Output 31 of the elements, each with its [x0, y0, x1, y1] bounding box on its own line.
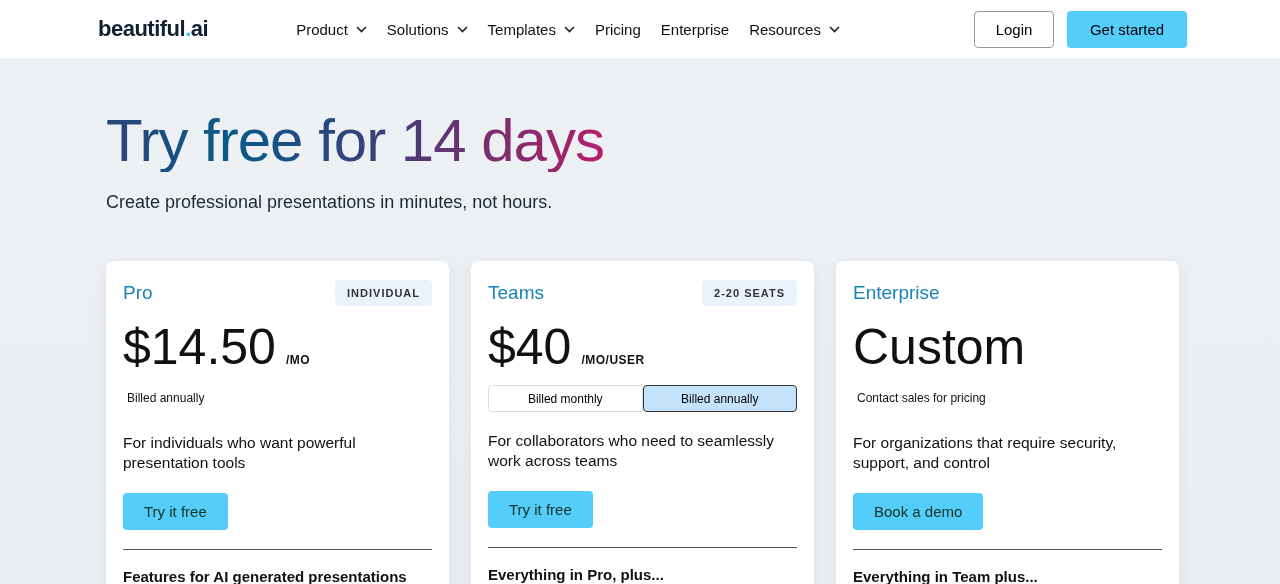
nav-link[interactable]: Pricing	[594, 20, 641, 38]
hero-subtitle: Create professional presentations in minutes, not hours.	[106, 192, 554, 213]
plan-button[interactable]: Try it free	[123, 493, 228, 530]
logo[interactable]: beautiful.ai	[98, 16, 209, 42]
billing-option[interactable]: Billed annually	[642, 385, 797, 412]
plan-tag: INDIVIDUAL	[335, 280, 432, 306]
price: Custom	[853, 319, 1026, 375]
plan-name: Pro	[123, 282, 153, 304]
price: $14.50	[123, 319, 276, 375]
billing-note: Contact sales for pricing	[857, 391, 987, 405]
plan-button[interactable]: Book a demo	[853, 493, 984, 530]
price: $40	[488, 319, 572, 375]
features-heading: Everything in Pro, plus...	[488, 566, 665, 583]
plan-tag: 2-20 SEATS	[702, 280, 797, 306]
plan-description: For collaborators who need to seamlessly work across teams	[488, 431, 776, 471]
billing-option[interactable]: Billed monthly	[488, 385, 643, 412]
plan-name: Enterprise	[853, 282, 940, 304]
plan-description: For individuals who want powerful presentation tools	[123, 433, 357, 473]
price-unit: /MO/USER	[581, 353, 645, 367]
plan-name: Teams	[488, 282, 544, 304]
nav-menu[interactable]: Solutions	[386, 20, 468, 38]
nav-menu[interactable]: Templates	[487, 20, 575, 38]
plan-button[interactable]: Try it free	[488, 491, 593, 528]
plan-description: For organizations that require security, support, and control	[853, 433, 1118, 473]
nav-menu[interactable]: Product	[296, 20, 367, 38]
nav-menu[interactable]: Resources	[749, 20, 840, 38]
price-unit: /MO	[285, 353, 311, 367]
get-started-button[interactable]: Get started	[1067, 10, 1187, 48]
login-button[interactable]: Login	[974, 10, 1054, 48]
nav-link[interactable]: Enterprise	[660, 20, 730, 38]
billing-note: Billed annually	[127, 391, 206, 405]
